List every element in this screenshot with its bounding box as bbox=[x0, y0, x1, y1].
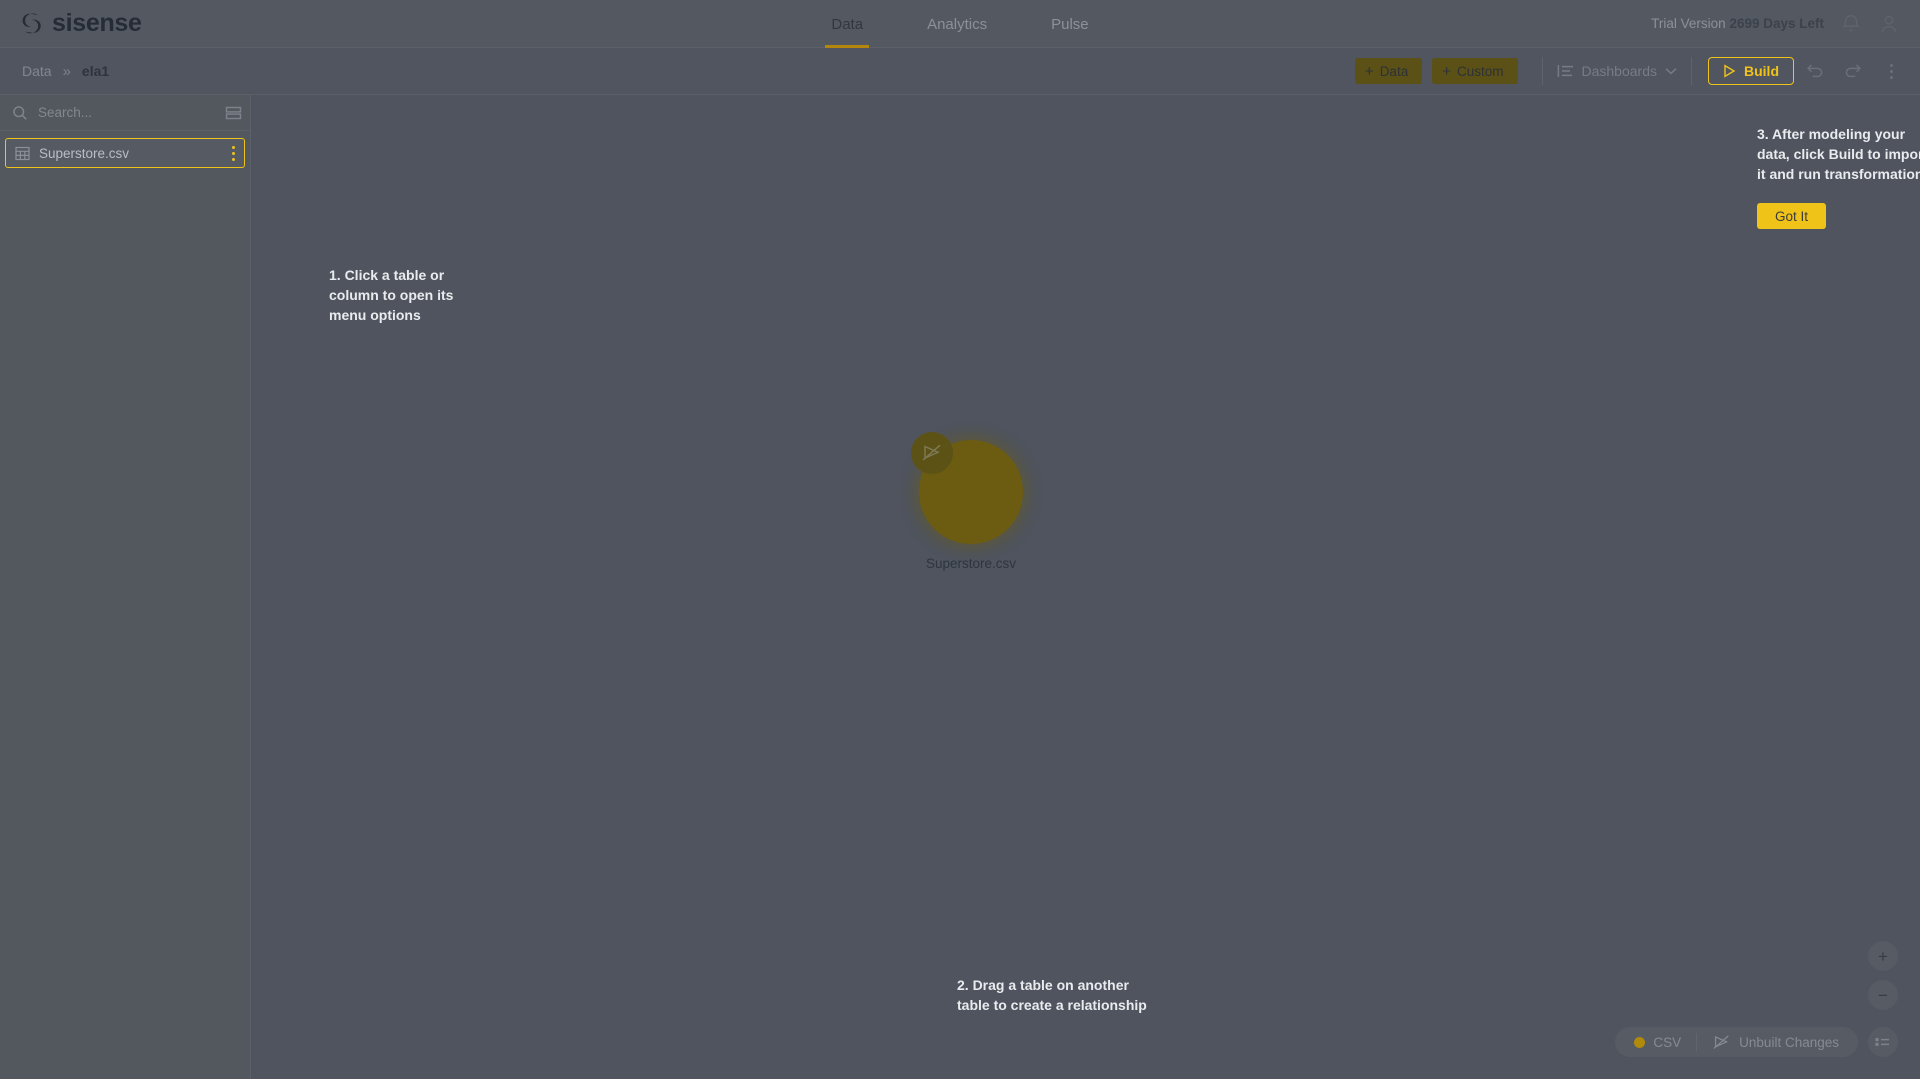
sidebar-table-item-superstore[interactable]: Superstore.csv bbox=[5, 138, 245, 168]
zoom-controls: + − bbox=[1868, 941, 1898, 1010]
annotation-3-text: 3. After modeling your data, click Build… bbox=[1757, 126, 1920, 182]
vertical-dots-icon bbox=[1889, 63, 1893, 79]
play-triangle-icon bbox=[1724, 64, 1736, 78]
status-bar: CSV Unbuilt Changes bbox=[1615, 1027, 1898, 1057]
add-data-button[interactable]: + Data bbox=[1354, 58, 1423, 84]
search-icon bbox=[13, 105, 27, 120]
undo-arrow-icon bbox=[1806, 64, 1823, 78]
nav-tab-data[interactable]: Data bbox=[825, 0, 869, 48]
zoom-out-button[interactable]: − bbox=[1868, 980, 1898, 1010]
build-label: Build bbox=[1744, 63, 1779, 79]
toolbar-divider bbox=[1541, 57, 1543, 85]
breadcrumb-root[interactable]: Data bbox=[22, 63, 52, 79]
list-view-icon bbox=[1875, 1037, 1889, 1047]
breadcrumb-current: ela1 bbox=[81, 63, 110, 79]
main-nav: Data Analytics Pulse bbox=[0, 0, 1920, 48]
table-node-superstore[interactable]: Superstore.csv bbox=[906, 432, 1036, 571]
redo-arrow-icon bbox=[1845, 64, 1862, 78]
pennant-unbuilt-icon bbox=[1713, 1034, 1729, 1049]
trial-status: Trial Version 2699 Days Left bbox=[1651, 16, 1824, 31]
undo-button[interactable] bbox=[1800, 56, 1830, 86]
nav-tab-pulse[interactable]: Pulse bbox=[1045, 0, 1095, 48]
nav-tab-pulse-label: Pulse bbox=[1051, 15, 1089, 33]
view-toggle-button[interactable] bbox=[225, 106, 242, 120]
annotation-3: 3. After modeling your data, click Build… bbox=[1757, 124, 1920, 229]
app-header: sisense Data Analytics Pulse Trial Versi… bbox=[0, 0, 1920, 48]
status-datasource-type[interactable]: CSV bbox=[1619, 1035, 1696, 1050]
dashboards-label: Dashboards bbox=[1581, 63, 1658, 79]
status-list-button[interactable] bbox=[1868, 1027, 1898, 1057]
sisense-swirl-icon bbox=[22, 13, 41, 34]
status-build-state[interactable]: Unbuilt Changes bbox=[1697, 1034, 1854, 1051]
plus-icon: + bbox=[1364, 62, 1374, 80]
chevron-down-icon bbox=[1665, 68, 1677, 75]
add-data-label: Data bbox=[1379, 63, 1409, 79]
nav-tab-data-label: Data bbox=[831, 15, 864, 33]
breadcrumb: Data » ela1 bbox=[22, 63, 109, 80]
vertical-dots-icon bbox=[232, 145, 235, 161]
toolbar-actions: + Data + Custom Dashboards Build bbox=[1354, 48, 1920, 95]
status-dot-icon bbox=[1634, 1036, 1646, 1048]
sidebar-search-row bbox=[0, 95, 255, 131]
pennant-unbuilt-icon bbox=[922, 444, 941, 461]
toolbar: Data » ela1 + Data + Custom Dashboards B… bbox=[0, 48, 1920, 95]
sidebar-table-menu-button[interactable] bbox=[232, 145, 235, 161]
annotation-arrows-layer bbox=[251, 95, 551, 245]
status-pill: CSV Unbuilt Changes bbox=[1615, 1027, 1858, 1057]
add-custom-button[interactable]: + Custom bbox=[1432, 58, 1518, 84]
sidebar: Superstore.csv bbox=[0, 95, 255, 1079]
toolbar-overflow-menu[interactable] bbox=[1876, 56, 1906, 86]
plus-icon: + bbox=[1442, 62, 1451, 80]
table-node-circle[interactable] bbox=[911, 432, 1023, 544]
user-icon[interactable] bbox=[1878, 13, 1900, 35]
logo-text: sisense bbox=[52, 9, 142, 37]
model-canvas[interactable]: Superstore.csv 1. Click a table or colum… bbox=[251, 95, 1920, 1079]
zoom-in-button[interactable]: + bbox=[1868, 941, 1898, 971]
status-build-label: Unbuilt Changes bbox=[1739, 1034, 1839, 1050]
table-node-badge bbox=[911, 432, 953, 474]
nav-tab-analytics-label: Analytics bbox=[927, 15, 988, 33]
header-right-group: Trial Version 2699 Days Left bbox=[1651, 13, 1900, 35]
annotation-2-text: 2. Drag a table on another table to crea… bbox=[957, 977, 1147, 1013]
nav-tab-analytics[interactable]: Analytics bbox=[921, 0, 993, 48]
build-button[interactable]: Build bbox=[1708, 57, 1794, 85]
sidebar-table-label: Superstore.csv bbox=[39, 145, 130, 161]
toolbar-divider bbox=[1691, 57, 1692, 85]
status-type-label: CSV bbox=[1653, 1034, 1682, 1050]
add-custom-label: Custom bbox=[1456, 63, 1504, 79]
table-node-label: Superstore.csv bbox=[925, 556, 1017, 571]
bell-icon[interactable] bbox=[1840, 13, 1862, 35]
annotation-1-text: 1. Click a table or column to open its m… bbox=[329, 267, 454, 323]
trial-days-left: 2699 Days Left bbox=[1729, 16, 1824, 31]
table-view-icon bbox=[225, 106, 242, 119]
breadcrumb-separator-icon: » bbox=[62, 62, 71, 80]
list-lines-icon bbox=[1557, 65, 1573, 77]
table-grid-icon bbox=[15, 146, 30, 160]
got-it-button[interactable]: Got It bbox=[1757, 203, 1827, 229]
dashboards-dropdown[interactable]: Dashboards bbox=[1557, 63, 1678, 79]
logo[interactable]: sisense bbox=[18, 9, 142, 38]
redo-button[interactable] bbox=[1838, 56, 1868, 86]
search-input[interactable] bbox=[38, 105, 215, 120]
trial-label: Trial Version bbox=[1651, 16, 1726, 31]
